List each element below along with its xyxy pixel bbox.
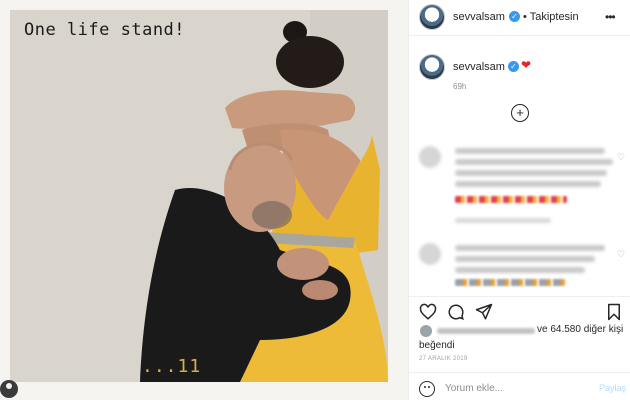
post-header: sevvalsam ✓ • Takiptesin ••• (409, 0, 630, 36)
caption-author-avatar[interactable] (419, 54, 445, 80)
comment-text-blurred (455, 159, 613, 165)
comment-avatar[interactable] (419, 243, 441, 265)
photo-overlay-caption: One life stand! (24, 20, 186, 40)
comment-like-heart-icon[interactable]: ♡ (617, 249, 625, 260)
emoji-icon[interactable] (419, 381, 435, 397)
author-username[interactable]: sevvalsam (453, 11, 505, 23)
add-comment-bar: Paylaş (409, 372, 630, 400)
heart-emoji-icon: ❤ (521, 58, 532, 72)
follow-status[interactable]: • Takiptesin (523, 11, 579, 23)
comment-like-heart-icon[interactable]: ♡ (617, 152, 625, 163)
bookmark-icon[interactable] (605, 303, 623, 321)
author-avatar[interactable] (419, 4, 445, 30)
comment-text-blurred (455, 170, 607, 176)
comment-text-blurred (455, 148, 605, 154)
post-side-panel: sevvalsam ✓ • Takiptesin ••• sevvalsam ✓… (408, 0, 630, 400)
post-comment-button[interactable]: Paylaş (599, 383, 626, 393)
share-icon[interactable] (475, 303, 493, 321)
caption-time-ago: 69h (453, 82, 467, 91)
comment-text-blurred (455, 256, 595, 262)
photo-overlay-counter: ...11 (142, 356, 202, 377)
likes-count[interactable]: ve 64.580 diğer kişi (537, 324, 623, 335)
liker-avatar[interactable] (419, 324, 433, 338)
post-media-area: One life stand! ...11 (0, 0, 408, 400)
liked-label: beğendi (419, 340, 455, 351)
comment-meta-blurred (455, 218, 551, 223)
comment-avatar[interactable] (419, 146, 441, 168)
comment-emoji-row (455, 196, 567, 203)
heart-icon[interactable] (419, 303, 437, 321)
post-date: 27 ARALIK 2019 (419, 356, 468, 362)
comment-text-blurred (455, 267, 585, 273)
instagram-post-window: One life stand! ...11 sevvalsam ✓ • Taki… (0, 0, 630, 400)
comment-input[interactable] (445, 379, 585, 397)
likes-summary: ve 64.580 diğer kişi (409, 320, 630, 340)
comment-icon[interactable] (447, 303, 465, 321)
comment-text-blurred (455, 181, 601, 187)
viewer-avatar-icon[interactable] (0, 380, 18, 398)
verified-icon: ✓ (509, 11, 520, 22)
comment-emoji-row (455, 279, 565, 286)
post-photo[interactable]: One life stand! ...11 (10, 10, 388, 382)
comment-text-blurred (455, 245, 605, 251)
comment-item: ♡ (419, 146, 625, 236)
caption-username[interactable]: sevvalsam (453, 61, 505, 73)
verified-icon: ✓ (508, 61, 519, 72)
liker-name-blurred (437, 328, 535, 334)
photo-illustration (10, 10, 388, 382)
load-more-comments-button[interactable]: + (511, 104, 529, 122)
comment-item: ♡ (419, 243, 625, 291)
more-icon[interactable]: ••• (605, 10, 616, 24)
